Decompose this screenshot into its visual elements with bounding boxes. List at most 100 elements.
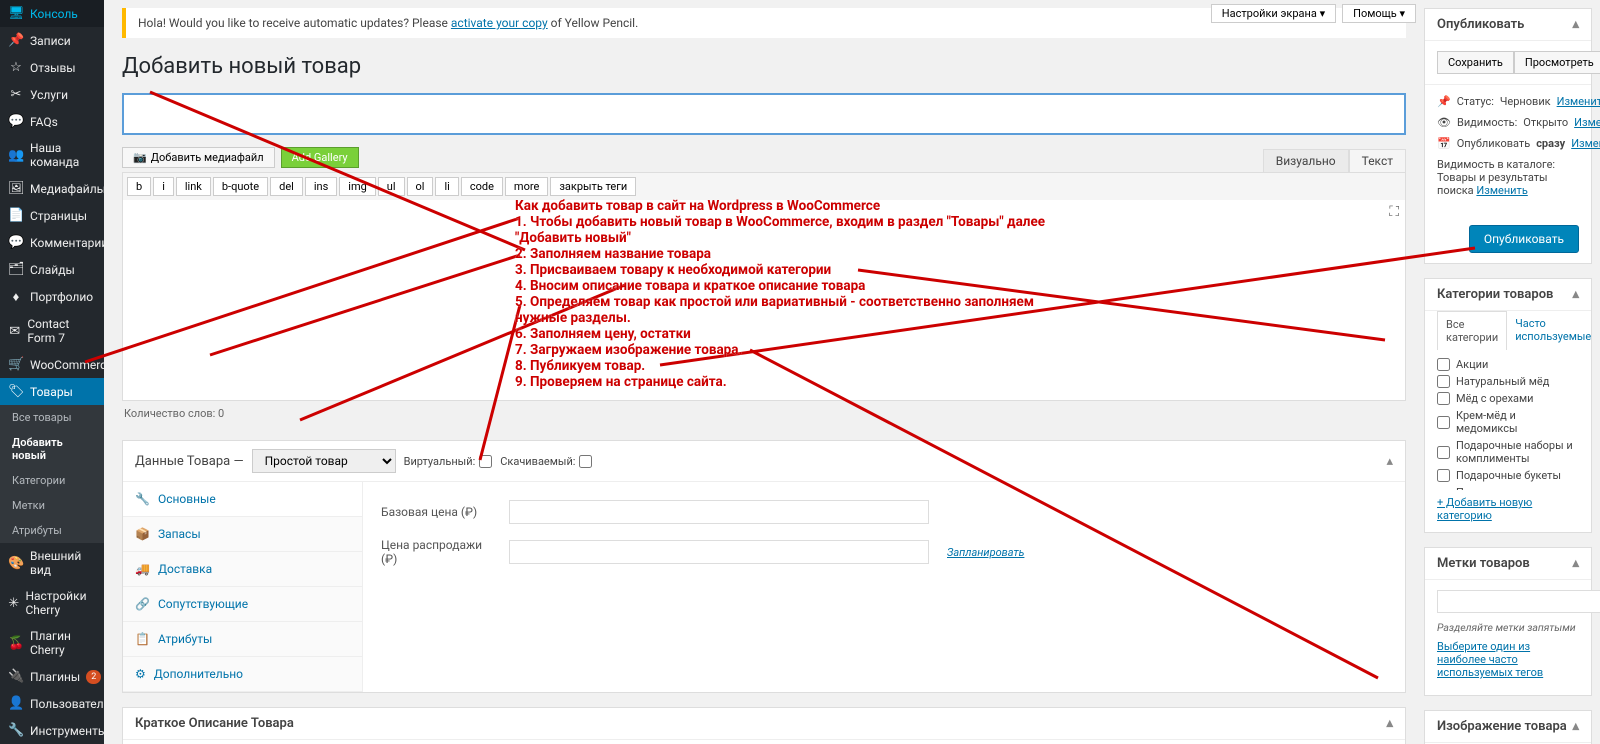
category-checkbox[interactable]	[1437, 358, 1450, 371]
panel-toggle-icon[interactable]: ▴	[1386, 454, 1393, 469]
product-tab[interactable]: 🔗Сопутствующие	[123, 587, 362, 622]
category-item[interactable]: Мёд с орехами	[1437, 390, 1579, 407]
product-tab[interactable]: 🚚Доставка	[123, 552, 362, 587]
sidebar-item-label: Комментарии	[30, 236, 104, 250]
edit-visibility-link[interactable]: Изменить	[1574, 116, 1600, 129]
sidebar-item[interactable]: 🗂Слайды	[0, 256, 104, 283]
tag-input[interactable]	[1437, 590, 1600, 613]
sale-price-label: Цена распродажи (₽)	[381, 538, 491, 566]
qtag-button[interactable]: img	[339, 177, 376, 196]
add-category-link[interactable]: + Добавить новую категорию	[1437, 496, 1579, 522]
qtag-button[interactable]: link	[176, 177, 211, 196]
toggle-icon[interactable]: ▴	[1572, 287, 1579, 302]
add-media-button[interactable]: 📷Добавить медиафайл	[122, 147, 275, 168]
activate-link[interactable]: activate your copy	[451, 16, 548, 30]
qtag-button[interactable]: ins	[305, 177, 337, 196]
sidebar-item[interactable]: ✳ Настройки Cherry	[0, 583, 104, 623]
sidebar-item[interactable]: Все товары	[0, 405, 104, 430]
qtag-button[interactable]: ul	[378, 177, 405, 196]
publish-button[interactable]: Опубликовать	[1469, 225, 1579, 253]
category-item[interactable]: Подарочные букеты	[1437, 467, 1579, 484]
qtag-button[interactable]: del	[270, 177, 303, 196]
category-checkbox[interactable]	[1437, 375, 1450, 388]
virtual-checkbox[interactable]	[479, 455, 492, 468]
choose-tags-link[interactable]: Выберите один из наиболее часто использу…	[1437, 640, 1579, 679]
toggle-icon[interactable]: ▴	[1572, 17, 1579, 32]
product-tab[interactable]: 🔧Основные	[123, 482, 362, 517]
menu-icon: ✳	[8, 596, 19, 611]
sidebar-right: Опубликовать▴ Сохранить Просмотреть 📌Ста…	[1424, 0, 1600, 744]
publish-title: Опубликовать	[1437, 17, 1524, 32]
sidebar-item[interactable]: 👥Наша команда	[0, 135, 104, 175]
sidebar-item[interactable]: ✉Contact Form 7	[0, 311, 104, 351]
sidebar-item[interactable]: 🎨Внешний вид	[0, 543, 104, 583]
sidebar-item[interactable]: Категории	[0, 468, 104, 493]
sidebar-item[interactable]: 📌Записи	[0, 27, 104, 54]
edit-status-link[interactable]: Изменить	[1557, 95, 1600, 108]
qtag-button[interactable]: b	[127, 177, 151, 196]
category-item[interactable]: Крем-мёд и медомиксы	[1437, 407, 1579, 437]
category-item[interactable]: Акции	[1437, 356, 1579, 373]
sale-price-input[interactable]	[509, 540, 929, 564]
panel-toggle-icon[interactable]: ▴	[1386, 716, 1393, 731]
qtag-button[interactable]: ol	[407, 177, 434, 196]
sidebar-item[interactable]: 👤Пользователи	[0, 690, 104, 717]
product-title-input[interactable]	[122, 93, 1406, 135]
sidebar-item[interactable]: Атрибуты	[0, 518, 104, 543]
category-checkbox[interactable]	[1437, 416, 1450, 429]
qtag-button[interactable]: more	[505, 177, 548, 196]
save-draft-button[interactable]: Сохранить	[1437, 51, 1514, 74]
sidebar-item[interactable]: ✂Услуги	[0, 81, 104, 108]
tab-text[interactable]: Текст	[1349, 149, 1406, 172]
qtag-button[interactable]: i	[153, 177, 174, 196]
category-item[interactable]: Натуральный мёд	[1437, 373, 1579, 390]
edit-date-link[interactable]: Изменить	[1571, 137, 1600, 150]
screen-options-button[interactable]: Настройки экрана ▾	[1211, 4, 1336, 23]
preview-button[interactable]: Просмотреть	[1514, 51, 1600, 74]
sidebar-item[interactable]: 💬FAQs	[0, 108, 104, 135]
category-item[interactable]: Продукты пчеловодства	[1437, 484, 1579, 490]
help-button[interactable]: Помощь ▾	[1342, 4, 1416, 23]
sidebar-item-label: Настройки Cherry	[25, 589, 96, 617]
sidebar-item[interactable]: 🖼Медиафайлы	[0, 175, 104, 202]
category-item[interactable]: Подарочные наборы и комплименты	[1437, 437, 1579, 467]
toggle-icon[interactable]: ▴	[1572, 556, 1579, 571]
sidebar-item[interactable]: ♦Портфолио	[0, 283, 104, 311]
qtag-button[interactable]: b-quote	[213, 177, 268, 196]
product-tab[interactable]: 📦Запасы	[123, 517, 362, 552]
sidebar-item[interactable]: Добавить новый	[0, 430, 104, 468]
product-tab[interactable]: 📋Атрибуты	[123, 622, 362, 657]
category-checkbox[interactable]	[1437, 392, 1450, 405]
tab-visual[interactable]: Визуально	[1263, 149, 1349, 172]
sidebar-item[interactable]: ☆Отзывы	[0, 54, 104, 81]
description-textarea[interactable]: ⛶	[123, 200, 1405, 400]
product-data-title: Данные Товара —	[135, 454, 244, 469]
sidebar-item-label: Страницы	[30, 209, 87, 223]
toggle-icon[interactable]: ▴	[1572, 719, 1579, 734]
sidebar-item[interactable]: 🛒WooCommerce	[0, 351, 104, 378]
sidebar-item[interactable]: Метки	[0, 493, 104, 518]
edit-catalog-vis-link[interactable]: Изменить	[1476, 184, 1527, 197]
sidebar-item[interactable]: 💬Комментарии1	[0, 229, 104, 256]
add-gallery-button[interactable]: Add Gallery	[281, 147, 359, 168]
cat-tab-freq[interactable]: Часто используемые	[1507, 311, 1599, 350]
sidebar-item[interactable]: 📄Страницы	[0, 202, 104, 229]
menu-icon: 💬	[8, 114, 24, 129]
category-checkbox[interactable]	[1437, 446, 1450, 459]
expand-icon[interactable]: ⛶	[1389, 204, 1399, 220]
qtag-button[interactable]: code	[461, 177, 503, 196]
regular-price-input[interactable]	[509, 500, 929, 524]
product-type-select[interactable]: Простой товар	[252, 449, 396, 473]
schedule-link[interactable]: Запланировать	[947, 546, 1024, 559]
category-checkbox[interactable]	[1437, 469, 1450, 482]
sidebar-item[interactable]: 🖥Консоль	[0, 0, 104, 27]
qtag-button[interactable]: закрыть теги	[550, 177, 636, 196]
downloadable-checkbox[interactable]	[579, 455, 592, 468]
sidebar-item[interactable]: 🔌Плагины2	[0, 663, 104, 690]
sidebar-item[interactable]: 🏷Товары	[0, 378, 104, 405]
sidebar-item[interactable]: 🔧Инструменты	[0, 717, 104, 744]
sidebar-item[interactable]: 🍒Плагин Cherry	[0, 623, 104, 663]
qtag-button[interactable]: li	[435, 177, 458, 196]
cat-tab-all[interactable]: Все категории	[1437, 311, 1507, 350]
product-tab[interactable]: ⚙Дополнительно	[123, 657, 362, 692]
